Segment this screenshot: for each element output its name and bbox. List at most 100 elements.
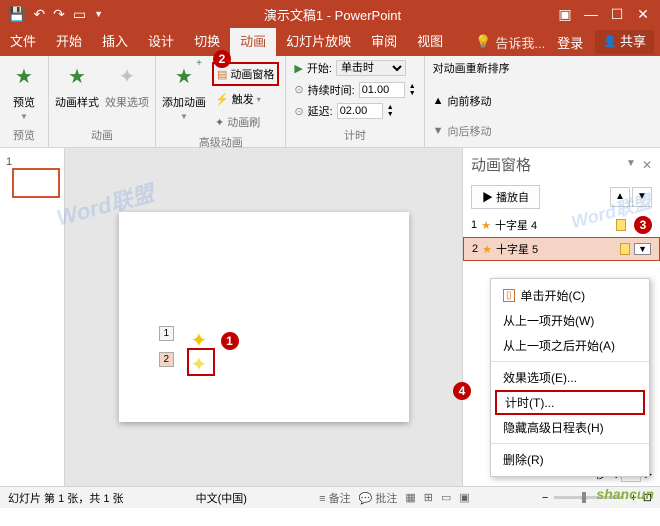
anim-item-1[interactable]: 1 ★ 十字星 4 3	[463, 213, 660, 237]
delay-spinner[interactable]: ▲▼	[387, 104, 394, 118]
slide-thumbnails: 1	[0, 148, 65, 486]
menu-after-previous[interactable]: 从上一项之后开始(A)	[491, 333, 649, 358]
up-icon: ▲	[433, 95, 444, 107]
delay-icon: ⊙	[294, 105, 303, 118]
delay-input[interactable]	[337, 103, 383, 119]
pane-close-button[interactable]: ✕	[642, 158, 652, 172]
tab-insert[interactable]: 插入	[92, 28, 138, 56]
comments-button[interactable]: 💬 批注	[359, 490, 398, 506]
menu-hide-advanced[interactable]: 隐藏高级日程表(H)	[491, 415, 649, 440]
window-controls: ▣ — ☐ ✕	[554, 6, 660, 23]
move-earlier-button[interactable]: ▲ 向前移动	[433, 93, 510, 109]
status-bar: 幻灯片 第 1 张，共 1 张 中文(中国) ≡ 备注 💬 批注 ▦ ⊞ ▭ ▣…	[0, 486, 660, 508]
trigger-icon: ⚡	[215, 93, 229, 106]
pane-dropdown-icon[interactable]: ▼	[626, 158, 636, 172]
zoom-out-button[interactable]: −	[542, 492, 548, 504]
tellme-input[interactable]: 告诉我...	[495, 33, 545, 52]
ribbon-group-reorder: 对动画重新排序 ▲ 向前移动 ▼ 向后移动	[425, 56, 518, 147]
tellme-icon: 💡	[475, 34, 491, 50]
menu-timing[interactable]: 计时(T)...	[495, 390, 645, 415]
anim-order-1[interactable]: 1	[159, 326, 175, 341]
quick-access-toolbar: 💾 ↶ ↷ ▭ ▼	[0, 6, 111, 23]
redo-icon[interactable]: ↷	[53, 6, 65, 23]
animation-styles-button[interactable]: ★ 动画样式	[55, 60, 99, 110]
start-label: 开始:	[307, 60, 332, 76]
ribbon-tabs: 文件 开始 插入 设计 切换 动画 幻灯片放映 审阅 视图 💡 告诉我... 登…	[0, 28, 660, 56]
pane-title: 动画窗格	[471, 154, 531, 175]
duration-icon: ⊙	[294, 83, 303, 96]
effect-options-button[interactable]: ✦ 效果选项	[105, 60, 149, 110]
share-button[interactable]: 👤 共享	[595, 30, 654, 54]
tab-view[interactable]: 视图	[407, 28, 453, 56]
preview-button[interactable]: ★ 预览 ▼	[6, 60, 42, 121]
notes-button[interactable]: ≡ 备注	[319, 490, 350, 506]
start-select[interactable]: 单击时	[336, 60, 406, 76]
star-icon: ★	[481, 219, 491, 232]
down-icon: ▼	[433, 125, 444, 137]
ribbon-group-advanced: ★+ 添加动画 ▼ ▤ 动画窗格 ⚡ 触发 ▾ ✦ 动画刷	[156, 56, 286, 147]
pane-icon: ▤	[217, 68, 227, 81]
tab-slideshow[interactable]: 幻灯片放映	[276, 28, 361, 56]
trigger-button[interactable]: ⚡ 触发 ▾	[212, 89, 279, 109]
animation-painter-button[interactable]: ✦ 动画刷	[212, 112, 279, 132]
tab-review[interactable]: 审阅	[361, 28, 407, 56]
duration-spinner[interactable]: ▲▼	[409, 83, 416, 97]
slide-counter: 幻灯片 第 1 张，共 1 张	[8, 490, 124, 506]
close-button[interactable]: ✕	[632, 6, 654, 23]
callout-1: 1	[221, 332, 239, 350]
context-menu: ▯ 单击开始(C) 从上一项开始(W) 从上一项之后开始(A) 效果选项(E).…	[490, 278, 650, 477]
undo-icon[interactable]: ↶	[33, 6, 45, 23]
sorter-view-icon[interactable]: ⊞	[424, 491, 433, 504]
item-dropdown-button[interactable]: ▼	[634, 243, 651, 255]
slide[interactable]: 1 2 ✦ ✦ 1	[119, 212, 409, 422]
move-up-button[interactable]: ▲	[610, 187, 630, 207]
slideshow-view-icon[interactable]: ▣	[459, 491, 469, 504]
add-animation-button[interactable]: ★+ 添加动画 ▼	[162, 60, 206, 121]
window-title: 演示文稿1 - PowerPoint	[111, 5, 554, 24]
slide-canvas: Word联盟 Word联盟 1 2 ✦ ✦ 1	[65, 148, 462, 486]
move-down-button[interactable]: ▼	[632, 187, 652, 207]
menu-effect-options[interactable]: 效果选项(E)...	[491, 365, 649, 390]
ribbon-group-animation: ★ 动画样式 ✦ 效果选项 动画	[49, 56, 156, 147]
ribbon: ★ 预览 ▼ 预览 ★ 动画样式 ✦ 效果选项 动画 ★+ 添加动画 ▼	[0, 56, 660, 148]
language-indicator[interactable]: 中文(中国)	[196, 490, 247, 506]
tab-animations[interactable]: 动画	[230, 28, 276, 56]
slide-thumbnail-1[interactable]	[12, 168, 60, 198]
fit-to-window-button[interactable]: ⊡	[643, 491, 652, 504]
preview-icon: ★	[8, 60, 40, 92]
zoom-slider[interactable]	[554, 496, 624, 499]
maximize-button[interactable]: ☐	[606, 6, 628, 23]
zoom-controls: − + ⊡	[542, 491, 652, 504]
login-button[interactable]: 登录	[557, 33, 583, 52]
menu-remove[interactable]: 删除(R)	[491, 447, 649, 472]
move-later-button[interactable]: ▼ 向后移动	[433, 123, 510, 139]
reading-view-icon[interactable]: ▭	[441, 491, 451, 504]
click-icon: ▯	[503, 289, 515, 302]
duration-label: 持续时间:	[308, 82, 355, 98]
callout-2: 2	[213, 50, 231, 68]
normal-view-icon[interactable]: ▦	[405, 491, 415, 504]
duration-input[interactable]	[359, 82, 405, 98]
anim-item-2[interactable]: 2 ★ 十字星 5 ▼	[463, 237, 660, 261]
menu-with-previous[interactable]: 从上一项开始(W)	[491, 308, 649, 333]
menu-click-start[interactable]: ▯ 单击开始(C)	[491, 283, 649, 308]
work-area: 1 Word联盟 Word联盟 1 2 ✦ ✦ 1 动画窗格 ▼ ✕ ▶ 播放自…	[0, 148, 660, 486]
tab-file[interactable]: 文件	[0, 28, 46, 56]
qat-dropdown-icon[interactable]: ▼	[94, 9, 103, 19]
selection-box	[187, 348, 215, 376]
timeline-bar	[620, 243, 630, 255]
anim-order-2[interactable]: 2	[159, 352, 175, 367]
zoom-in-button[interactable]: +	[630, 492, 636, 504]
tab-home[interactable]: 开始	[46, 28, 92, 56]
share-icon: 👤	[603, 30, 617, 54]
thumb-number: 1	[6, 156, 12, 168]
start-slideshow-icon[interactable]: ▭	[73, 6, 86, 23]
separator	[491, 443, 649, 444]
star-icon: ★	[61, 60, 93, 92]
tab-design[interactable]: 设计	[138, 28, 184, 56]
minimize-button[interactable]: —	[580, 6, 602, 23]
play-from-button[interactable]: ▶ 播放自	[471, 185, 540, 209]
painter-icon: ✦	[215, 116, 224, 129]
save-icon[interactable]: 💾	[8, 6, 25, 23]
ribbon-options-icon[interactable]: ▣	[554, 6, 576, 23]
